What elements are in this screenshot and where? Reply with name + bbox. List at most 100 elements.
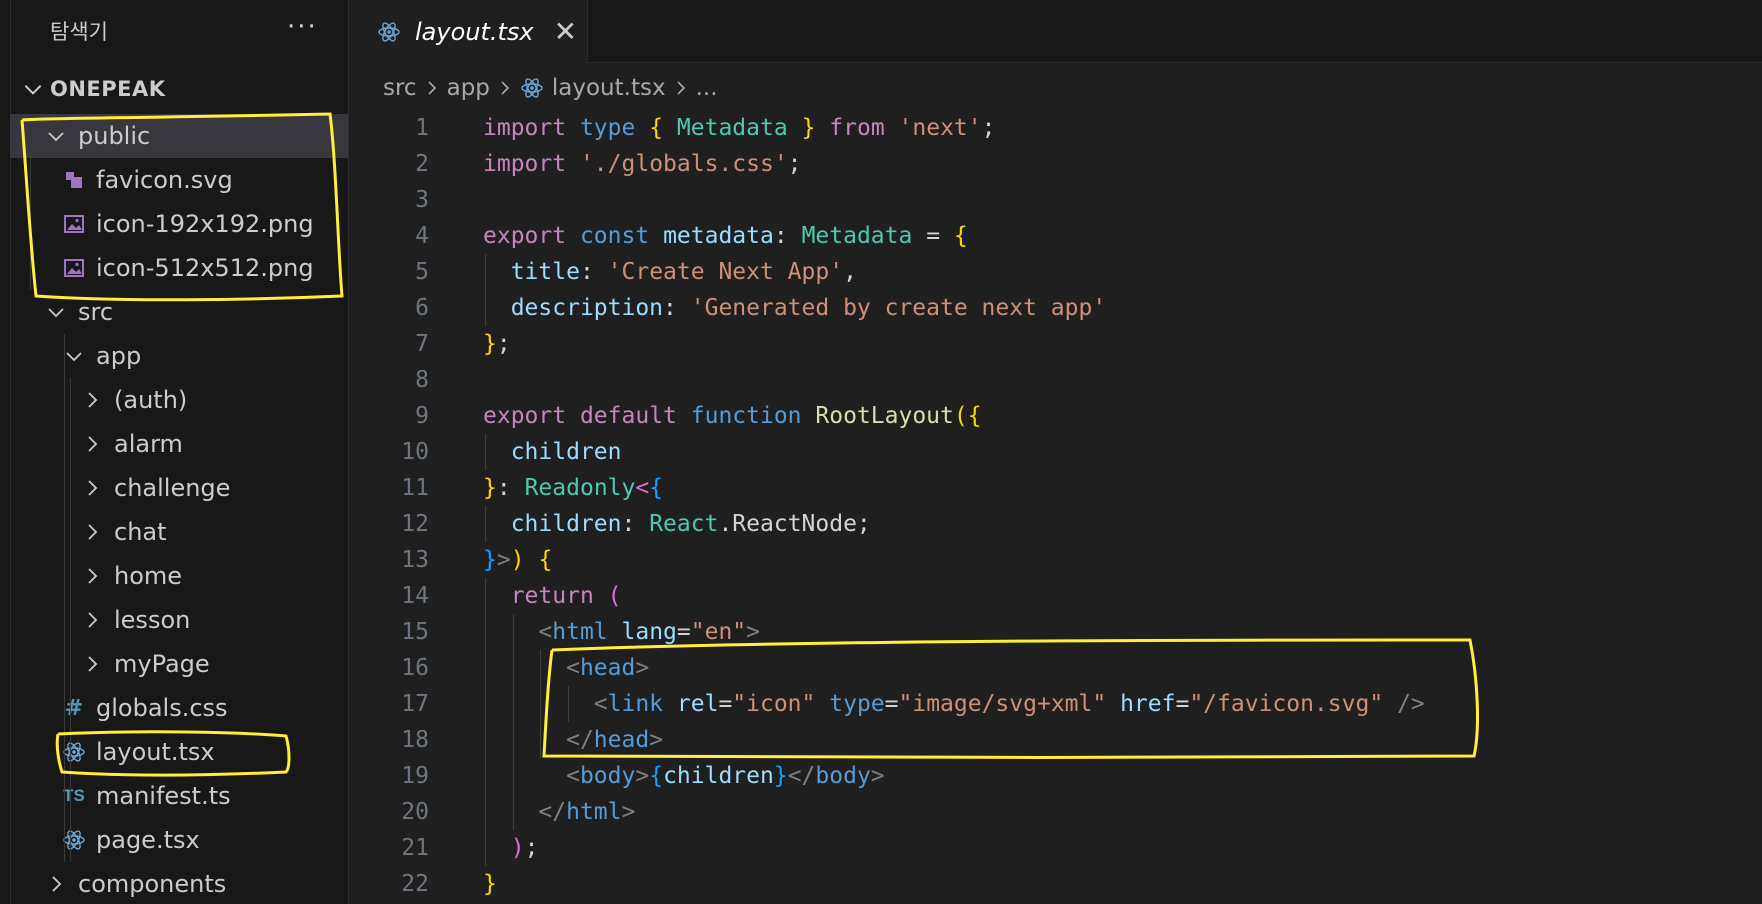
image-file-icon	[64, 259, 84, 277]
code-text: }: Readonly<{	[483, 475, 664, 501]
code-text: children	[510, 439, 622, 465]
line-number: 12	[401, 511, 429, 537]
chevron-right-icon	[677, 81, 685, 95]
chevron-right-icon	[88, 436, 98, 452]
code-text: }	[483, 871, 497, 897]
tree-item-label: icon-192x192.png	[96, 210, 314, 238]
tree-folder[interactable]: chat	[10, 510, 348, 554]
line-number: 19	[401, 763, 429, 789]
code-line[interactable]: 21 );	[349, 830, 1762, 866]
chevron-right-icon	[88, 392, 98, 408]
code-line[interactable]: 6 description: 'Generated by create next…	[349, 290, 1762, 326]
tree-folder[interactable]: app	[10, 334, 348, 378]
breadcrumb-item-src[interactable]: src	[383, 75, 417, 101]
code-line[interactable]: 12 children: React.ReactNode;	[349, 506, 1762, 542]
code-line[interactable]: 5 title: 'Create Next App',	[349, 254, 1762, 290]
code-line[interactable]: 18 </head>	[349, 722, 1762, 758]
indent-guide	[64, 334, 65, 862]
code-line[interactable]: 8	[349, 362, 1762, 398]
indent-guide	[70, 378, 71, 862]
line-number: 3	[415, 187, 429, 213]
breadcrumb-item-more[interactable]: ...	[696, 75, 718, 101]
code-line[interactable]: 7};	[349, 326, 1762, 362]
tree-item-label: (auth)	[114, 386, 188, 414]
line-number: 5	[415, 259, 429, 285]
code-line[interactable]: 11}: Readonly<{	[349, 470, 1762, 506]
code-line[interactable]: 13 }>) {	[349, 542, 1762, 578]
breadcrumb-item-app[interactable]: app	[447, 75, 490, 101]
code-text: }>) {	[483, 547, 553, 573]
line-number: 6	[415, 295, 429, 321]
code-line[interactable]: 3	[349, 182, 1762, 218]
chevron-right-icon	[88, 656, 98, 672]
code-text: </head>	[566, 727, 664, 753]
tree-file[interactable]: favicon.svg	[10, 158, 348, 202]
code-line[interactable]: 20 </html>	[349, 794, 1762, 830]
project-name: ONEPEAK	[50, 77, 166, 101]
line-number: 14	[401, 583, 429, 609]
code-line[interactable]: 9 export default function RootLayout({	[349, 398, 1762, 434]
image-file-icon	[64, 215, 84, 233]
code-line[interactable]: 19 <body>{children}</body>	[349, 758, 1762, 794]
chevron-down-icon	[66, 352, 82, 362]
line-number: 2	[415, 151, 429, 177]
code-text: title: 'Create Next App',	[510, 259, 857, 285]
code-text: </html>	[538, 799, 636, 825]
chevron-right-icon	[88, 524, 98, 540]
code-line[interactable]: 16 <head>	[349, 650, 1762, 686]
tree-item-label: manifest.ts	[96, 782, 231, 810]
react-icon	[521, 78, 543, 98]
code-line[interactable]: 2 import './globals.css';	[349, 146, 1762, 182]
tree-item-label: myPage	[114, 650, 210, 678]
line-number: 17	[401, 691, 429, 717]
code-line[interactable]: 14 return (	[349, 578, 1762, 614]
react-icon	[63, 742, 85, 762]
tree-item-label: icon-512x512.png	[96, 254, 314, 282]
more-actions-icon[interactable]: ···	[287, 12, 318, 42]
tree-file[interactable]: icon-192x192.png	[10, 202, 348, 246]
chevron-down-icon	[24, 85, 42, 95]
line-number: 22	[401, 871, 429, 897]
tree-file[interactable]: page.tsx	[10, 818, 348, 862]
tree-file[interactable]: icon-512x512.png	[10, 246, 348, 290]
line-number: 8	[415, 367, 429, 393]
code-line[interactable]: 15 <html lang="en">	[349, 614, 1762, 650]
tree-file[interactable]: layout.tsx	[10, 730, 348, 774]
tree-file[interactable]: TS manifest.ts	[10, 774, 348, 818]
line-number: 7	[415, 331, 429, 357]
tree-folder[interactable]: myPage	[10, 642, 348, 686]
tree-folder[interactable]: public	[10, 114, 348, 158]
code-line[interactable]: 17 <link rel="icon" type="image/svg+xml"…	[349, 686, 1762, 722]
tree-folder[interactable]: challenge	[10, 466, 348, 510]
tree-folder[interactable]: home	[10, 554, 348, 598]
code-line[interactable]: 4 export const metadata: Metadata = {	[349, 218, 1762, 254]
tree-folder[interactable]: src	[10, 290, 348, 334]
chevron-right-icon	[88, 612, 98, 628]
code-line[interactable]: 22}	[349, 866, 1762, 902]
line-number: 13	[401, 547, 429, 573]
line-number: 15	[401, 619, 429, 645]
tree-folder[interactable]: (auth)	[10, 378, 348, 422]
tree-file[interactable]: # globals.css	[10, 686, 348, 730]
indent-guide	[30, 158, 31, 290]
tree-item-label: src	[78, 298, 114, 326]
tree-folder[interactable]: lesson	[10, 598, 348, 642]
code-line[interactable]: 10 children	[349, 434, 1762, 470]
tab-label: layout.tsx	[415, 17, 534, 46]
chevron-right-icon	[88, 480, 98, 496]
code-text: };	[483, 331, 511, 357]
breadcrumb-item-layout[interactable]: layout.tsx	[552, 75, 666, 101]
project-header[interactable]: ONEPEAK	[20, 74, 166, 104]
tree-folder[interactable]: components	[10, 862, 348, 904]
code-line[interactable]: 1 import type { Metadata } from 'next';	[349, 110, 1762, 146]
tab-bar: layout.tsx ✕	[349, 0, 1762, 63]
ts-icon: TS	[63, 786, 85, 805]
tree-folder[interactable]: alarm	[10, 422, 348, 466]
tree-item-label: page.tsx	[96, 826, 200, 854]
line-number: 1	[415, 115, 429, 141]
line-number: 21	[401, 835, 429, 861]
tab-layout-tsx[interactable]: layout.tsx ✕	[349, 0, 588, 63]
close-icon[interactable]: ✕	[554, 15, 577, 48]
code-text: <head>	[566, 655, 650, 681]
svg-file-icon	[66, 172, 82, 188]
